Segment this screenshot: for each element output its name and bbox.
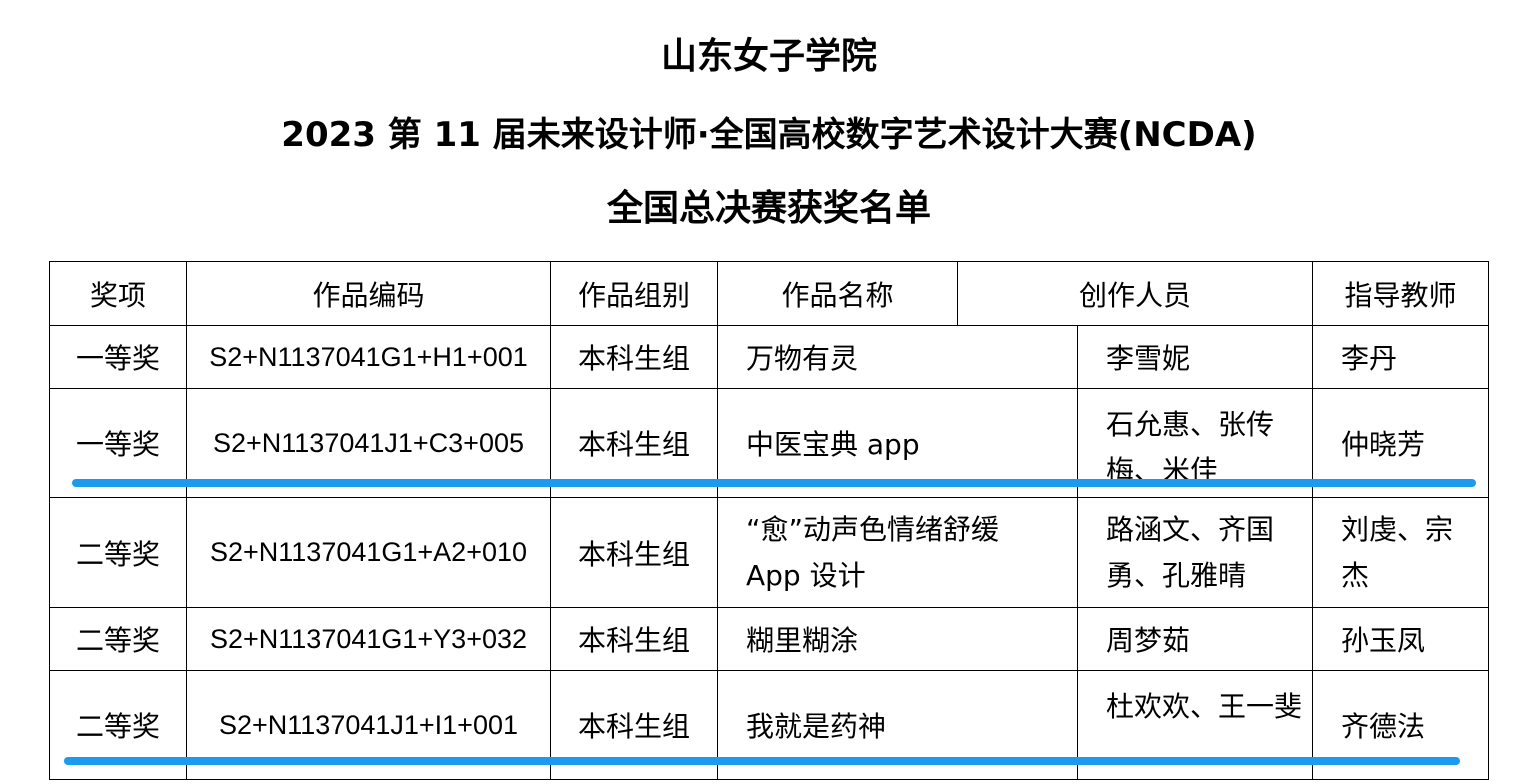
title-cell: 万物有灵 <box>717 325 1078 389</box>
award-cell: 一等奖 <box>49 325 187 389</box>
table-row: 二等奖 S2+N1137041G1+A2+010 本科生组 “愈”动声色情绪舒缓… <box>49 497 1490 608</box>
creators-cell: 路涵文、齐国勇、孔雅晴 <box>1076 497 1314 608</box>
award-cell: 二等奖 <box>49 497 187 608</box>
code-cell: S2+N1137041G1+A2+010 <box>186 497 551 608</box>
group-cell: 本科生组 <box>550 607 718 671</box>
table-row: 一等奖 S2+N1137041G1+H1+001 本科生组 万物有灵 李雪妮 李… <box>49 325 1490 389</box>
creators-cell: 李雪妮 <box>1076 325 1314 389</box>
code-cell: S2+N1137041G1+Y3+032 <box>186 607 551 671</box>
code-cell: S2+N1137041G1+H1+001 <box>186 325 551 389</box>
title-cell: “愈”动声色情绪舒缓App 设计 <box>717 497 1078 608</box>
page-edge-fragment <box>40 0 120 4</box>
header-group: 作品组别 <box>550 261 718 326</box>
header-title: 作品名称 <box>717 261 958 326</box>
award-cell: 二等奖 <box>49 607 187 671</box>
table-header-row: 奖项 作品编码 作品组别 作品名称 创作人员 指导教师 <box>49 261 1490 326</box>
header-code: 作品编码 <box>186 261 551 326</box>
school-title: 山东女子学院 <box>660 36 877 77</box>
teacher-cell: 刘虔、宗杰 <box>1312 497 1490 608</box>
teacher-cell: 李丹 <box>1312 325 1490 389</box>
highlight-underline-row-2 <box>72 479 1476 487</box>
header-award: 奖项 <box>49 261 187 326</box>
list-title: 全国总决赛获奖名单 <box>606 188 931 229</box>
competition-title: 2023 第 11 届未来设计师·全国高校数字艺术设计大赛(NCDA) <box>281 115 1257 155</box>
group-cell: 本科生组 <box>550 325 718 389</box>
header-teacher: 指导教师 <box>1312 261 1490 326</box>
teacher-cell: 孙玉凤 <box>1312 607 1490 671</box>
creators-cell: 周梦茹 <box>1076 607 1314 671</box>
title-cell: 糊里糊涂 <box>717 607 1078 671</box>
highlight-underline-row-5 <box>64 757 1460 765</box>
table-row: 二等奖 S2+N1137041G1+Y3+032 本科生组 糊里糊涂 周梦茹 孙… <box>49 607 1490 671</box>
award-table: 奖项 作品编码 作品组别 作品名称 创作人员 指导教师 一等奖 S2+N1137… <box>49 261 1490 780</box>
group-cell: 本科生组 <box>550 497 718 608</box>
header-creators: 创作人员 <box>956 261 1314 326</box>
